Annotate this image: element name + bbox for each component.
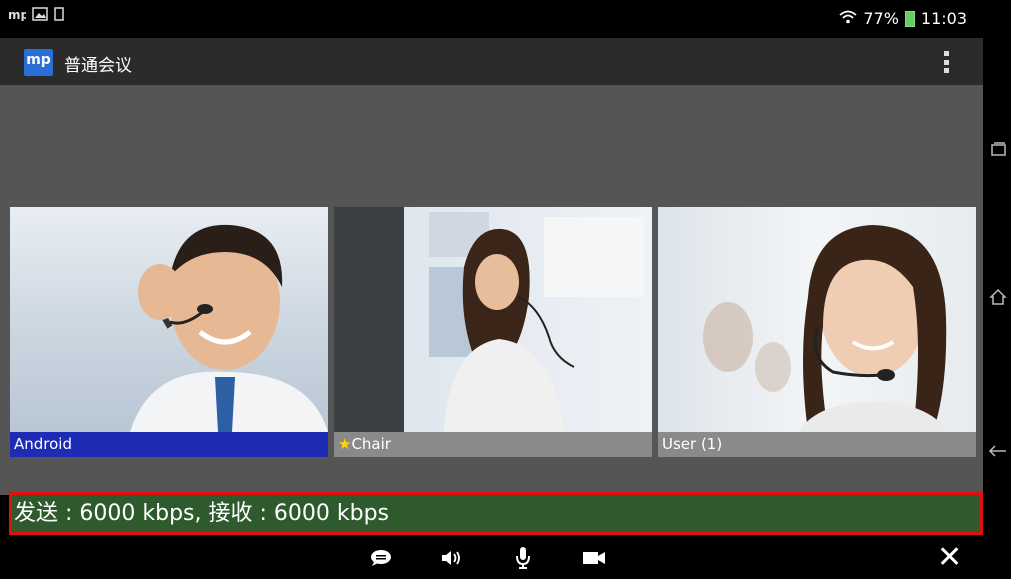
participant-label: User (1)	[658, 432, 976, 457]
back-icon[interactable]	[987, 440, 1009, 462]
participant-label: Android	[10, 432, 328, 457]
microphone-icon[interactable]	[509, 544, 537, 572]
chat-icon[interactable]	[367, 544, 395, 572]
battery-icon	[904, 10, 915, 27]
participant-name: Chair	[351, 435, 391, 453]
participant-video	[658, 207, 976, 432]
status-left-icons: mp	[8, 7, 64, 28]
conference-area: Android ★Chair User (1)	[0, 85, 983, 495]
status-right: 77% 11:03	[839, 9, 967, 28]
bandwidth-banner: 发送 : 6000 kbps, 接收 : 6000 kbps	[9, 492, 983, 535]
navigation-bar	[983, 0, 1011, 579]
clock: 11:03	[920, 9, 967, 28]
wifi-icon	[839, 9, 857, 28]
battery-percent: 77%	[863, 9, 899, 28]
participant-label: ★Chair	[334, 432, 652, 457]
bottom-toolbar: ✕	[0, 538, 983, 579]
home-icon[interactable]	[987, 286, 1009, 308]
page-title: 普通会议	[64, 56, 132, 76]
action-bar: mp 普通会议	[0, 38, 983, 85]
participant-video	[334, 207, 652, 432]
video-tile-chair[interactable]: ★Chair	[334, 207, 652, 457]
close-icon[interactable]: ✕	[937, 540, 962, 576]
speaker-icon[interactable]	[438, 544, 466, 572]
overflow-menu-icon[interactable]	[944, 51, 950, 73]
image-icon	[32, 7, 48, 28]
mp-app-icon: mp	[8, 7, 30, 28]
recent-apps-icon[interactable]	[987, 138, 1009, 160]
chair-star-icon: ★	[338, 435, 352, 453]
svg-text:mp: mp	[8, 8, 26, 21]
video-tile-user[interactable]: User (1)	[658, 207, 976, 457]
tablet-icon	[54, 7, 64, 28]
camera-icon[interactable]	[580, 544, 608, 572]
video-tile-android[interactable]: Android	[10, 207, 328, 457]
app-logo[interactable]: mp	[24, 49, 53, 76]
participant-video	[10, 207, 328, 432]
status-bar: mp 77% 11:03	[0, 0, 983, 38]
device-screen: mp 77% 11:03 mp 普通会议 Android ★Chair User…	[0, 0, 983, 579]
